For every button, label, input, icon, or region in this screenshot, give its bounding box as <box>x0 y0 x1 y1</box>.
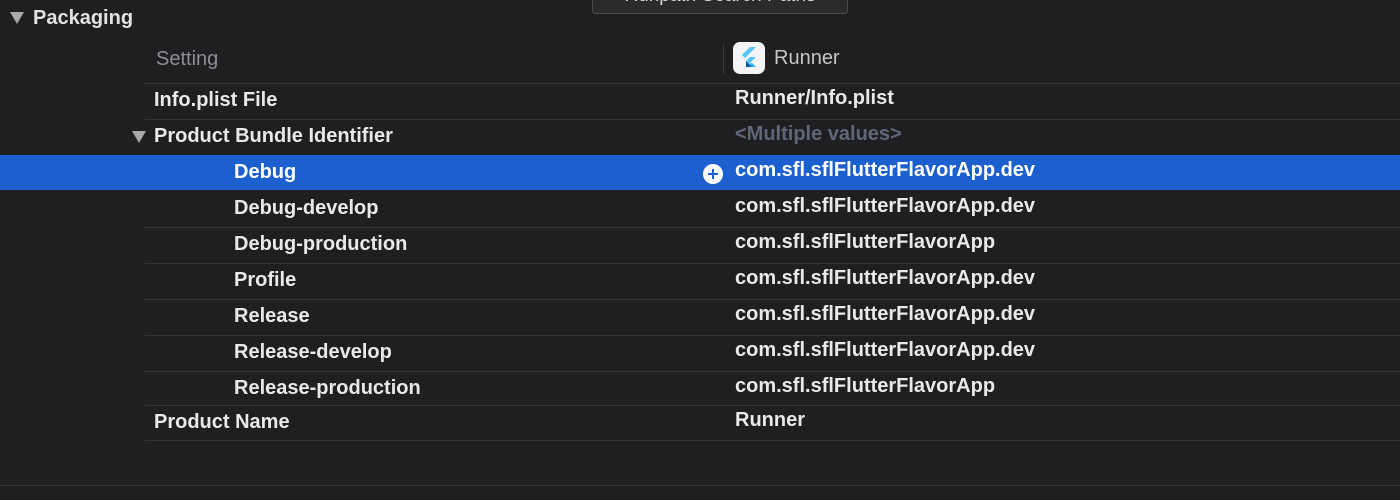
flutter-app-icon <box>733 42 765 74</box>
setting-row-info-plist[interactable]: Info.plist File Runner/Info.plist <box>145 83 1400 118</box>
setting-value[interactable]: com.sfl.sflFlutterFlavorApp.dev <box>735 303 1035 326</box>
setting-name: Product Name <box>154 411 290 433</box>
setting-name: Debug-production <box>234 233 408 255</box>
setting-name: Debug <box>234 161 297 183</box>
row-divider <box>145 440 1400 441</box>
setting-row-release-develop[interactable]: Release-develop com.sfl.sflFlutterFlavor… <box>145 335 1400 370</box>
setting-value[interactable]: com.sfl.sflFlutterFlavorApp.dev <box>735 339 1035 362</box>
disclosure-triangle-icon[interactable] <box>132 131 146 143</box>
tooltip: Runpath Search Paths <box>592 0 848 14</box>
target-column-label: Runner <box>774 47 840 69</box>
setting-row-product-bundle-identifier[interactable]: Product Bundle Identifier <Multiple valu… <box>132 119 1400 154</box>
setting-name: Profile <box>234 269 297 291</box>
setting-name: Release <box>234 305 310 327</box>
setting-column-label: Setting <box>156 48 219 70</box>
setting-row-release[interactable]: Release com.sfl.sflFlutterFlavorApp.dev <box>145 299 1400 334</box>
setting-name: Release-develop <box>234 341 392 363</box>
setting-row-profile[interactable]: Profile com.sfl.sflFlutterFlavorApp.dev <box>145 263 1400 298</box>
setting-row-product-name[interactable]: Product Name Runner <box>145 405 1400 440</box>
setting-row-release-production[interactable]: Release-production com.sfl.sflFlutterFla… <box>145 371 1400 406</box>
setting-value[interactable]: com.sfl.sflFlutterFlavorApp <box>735 231 995 254</box>
setting-value[interactable]: com.sfl.sflFlutterFlavorApp.dev <box>735 267 1035 290</box>
setting-name: Info.plist File <box>154 89 278 111</box>
setting-value-multiple[interactable]: <Multiple values> <box>735 123 902 146</box>
setting-row-debug-production[interactable]: Debug-production com.sfl.sflFlutterFlavo… <box>145 227 1400 262</box>
setting-value[interactable]: com.sfl.sflFlutterFlavorApp.dev <box>735 159 1035 182</box>
setting-name: Release-production <box>234 377 421 399</box>
setting-name: Product Bundle Identifier <box>154 125 393 147</box>
section-divider <box>0 485 1400 486</box>
column-divider[interactable] <box>723 44 724 74</box>
plus-circle-icon[interactable] <box>703 164 723 184</box>
setting-row-debug[interactable]: Debug com.sfl.sflFlutterFlavorApp.dev <box>145 155 1400 190</box>
setting-value[interactable]: com.sfl.sflFlutterFlavorApp <box>735 375 995 398</box>
setting-value[interactable]: Runner/Info.plist <box>735 87 894 110</box>
build-settings-editor: Runpath Search Paths Packaging Setting R… <box>0 0 1400 500</box>
setting-value[interactable]: com.sfl.sflFlutterFlavorApp.dev <box>735 195 1035 218</box>
disclosure-triangle-icon[interactable] <box>10 12 24 24</box>
setting-name: Debug-develop <box>234 197 379 219</box>
section-title: Packaging <box>33 6 134 29</box>
section-header-packaging[interactable]: Packaging <box>10 4 133 32</box>
setting-value[interactable]: Runner <box>735 409 805 432</box>
setting-row-debug-develop[interactable]: Debug-develop com.sfl.sflFlutterFlavorAp… <box>145 191 1400 226</box>
column-header: Setting Runner <box>145 40 1400 82</box>
